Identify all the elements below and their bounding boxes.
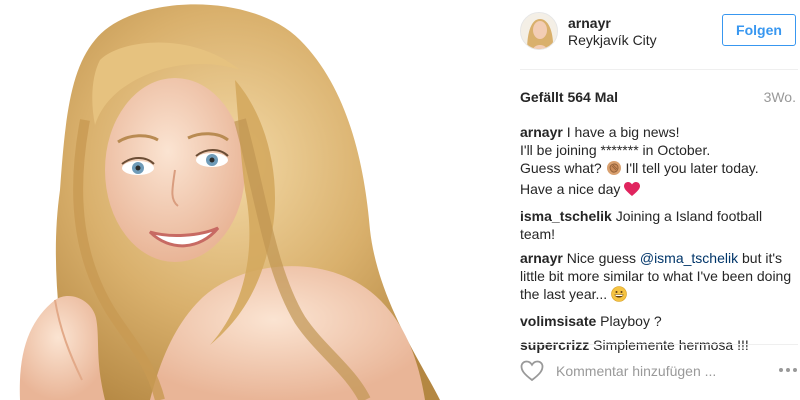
comment-username[interactable]: supercrizz bbox=[520, 337, 589, 353]
comment-item: arnayr Nice guess @isma_tschelik but it'… bbox=[520, 249, 796, 306]
avatar-image bbox=[521, 13, 557, 49]
follow-button[interactable]: Folgen bbox=[722, 14, 796, 46]
comment-item: volimsisate Playboy ? bbox=[520, 312, 796, 330]
likes-count[interactable]: Gefällt 564 Mal bbox=[520, 89, 618, 105]
comment-text: Simplemente hermosa !!! bbox=[593, 337, 749, 353]
post-username[interactable]: arnayr bbox=[568, 15, 611, 31]
comment-username[interactable]: isma_tschelik bbox=[520, 208, 612, 224]
comment-caption: arnayr I have a big news! I'll be joinin… bbox=[520, 123, 796, 201]
comment-text: Playboy ? bbox=[600, 313, 662, 329]
comment-text-line-1: I have a big news! bbox=[566, 124, 680, 140]
comment-item: supercrizz Simplemente hermosa !!! bbox=[520, 336, 796, 354]
add-comment-bar bbox=[520, 358, 800, 384]
more-options-button[interactable] bbox=[776, 362, 800, 378]
post-photo-image bbox=[0, 0, 502, 400]
header-divider bbox=[520, 69, 798, 70]
post-header: arnayr Reykjavík City Folgen bbox=[520, 12, 800, 52]
comment-text-line-4: I'll tell you later today. bbox=[625, 160, 759, 176]
post-timestamp[interactable]: 3Wo. bbox=[764, 89, 796, 105]
add-comment-input[interactable] bbox=[556, 360, 756, 382]
comment-text-line-5: Have a nice day bbox=[520, 181, 621, 197]
comment-username[interactable]: arnayr bbox=[520, 124, 563, 140]
like-button[interactable] bbox=[520, 360, 544, 382]
comment-username[interactable]: volimsisate bbox=[520, 313, 596, 329]
comment-mention-link[interactable]: @isma_tschelik bbox=[640, 250, 738, 266]
comment-text-pre: Nice guess bbox=[566, 250, 636, 266]
clapping-hands-emoji-icon bbox=[606, 160, 622, 180]
grinning-face-emoji-icon bbox=[611, 286, 627, 306]
post-location[interactable]: Reykjavík City bbox=[568, 32, 657, 48]
comment-text-line-3: Guess what? bbox=[520, 160, 602, 176]
heart-outline-icon bbox=[520, 360, 544, 382]
red-heart-emoji-icon bbox=[624, 182, 641, 201]
comment-username[interactable]: arnayr bbox=[520, 250, 563, 266]
comment-item: isma_tschelik Joining a Island football … bbox=[520, 207, 796, 243]
comment-text-line-2: I'll be joining ******* in October. bbox=[520, 142, 711, 158]
avatar[interactable] bbox=[520, 12, 558, 50]
comments-list: arnayr I have a big news! I'll be joinin… bbox=[520, 123, 796, 360]
post-side-panel: arnayr Reykjavík City Folgen Gefällt 564… bbox=[502, 0, 800, 400]
post-photo[interactable] bbox=[0, 0, 502, 400]
comment-bar-divider bbox=[520, 344, 798, 345]
more-options-icon bbox=[779, 368, 797, 372]
